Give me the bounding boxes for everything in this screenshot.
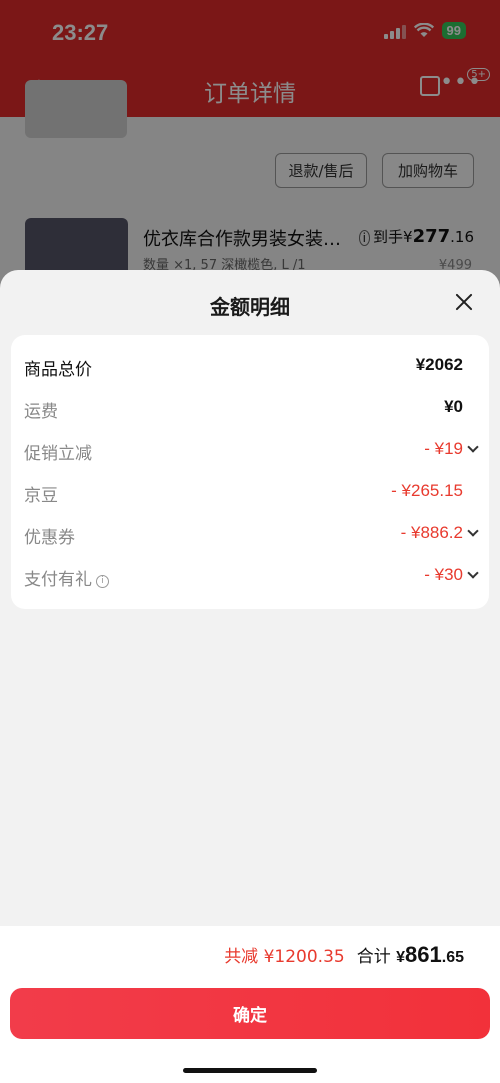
total-dec: .65 bbox=[441, 949, 464, 966]
chevron-down-icon[interactable] bbox=[467, 441, 479, 453]
row-label: 支付有礼 i bbox=[24, 565, 109, 590]
row-label: 促销立减 bbox=[24, 444, 92, 464]
total-currency: ¥ bbox=[396, 949, 406, 966]
row-value: - ¥19 bbox=[424, 439, 463, 458]
row-value: - ¥886.2 bbox=[400, 523, 463, 542]
row-value: ¥0 bbox=[444, 397, 463, 416]
row-jingdou: 京豆 - ¥265.15 bbox=[11, 471, 489, 513]
home-indicator bbox=[183, 1068, 317, 1073]
info-icon[interactable]: i bbox=[96, 575, 109, 588]
amount-detail-card: 商品总价 ¥2062 运费 ¥0 促销立减 - ¥19 京豆 - ¥265.15… bbox=[11, 335, 489, 609]
close-icon[interactable] bbox=[452, 290, 476, 314]
row-goods-total: 商品总价 ¥2062 bbox=[11, 345, 489, 387]
sheet-title: 金额明细 bbox=[210, 295, 290, 319]
chevron-down-icon[interactable] bbox=[467, 567, 479, 579]
row-payment-gift[interactable]: 支付有礼 i - ¥30 bbox=[11, 555, 489, 597]
row-promotion[interactable]: 促销立减 - ¥19 bbox=[11, 429, 489, 471]
confirm-button[interactable]: 确定 bbox=[10, 988, 490, 1039]
row-shipping: 运费 ¥0 bbox=[11, 387, 489, 429]
row-label: 京豆 bbox=[24, 486, 58, 506]
total-amount: 合计 ¥861.65 bbox=[357, 942, 464, 968]
total-reduction: 共减 ¥1200.35 bbox=[224, 947, 345, 967]
footer-bar: 共减 ¥1200.35 合计 ¥861.65 确定 bbox=[0, 926, 500, 1083]
row-coupon[interactable]: 优惠券 - ¥886.2 bbox=[11, 513, 489, 555]
row-value: - ¥30 bbox=[424, 565, 463, 584]
row-label-text: 支付有礼 bbox=[24, 570, 92, 590]
row-label: 商品总价 bbox=[24, 360, 92, 380]
row-label: 优惠券 bbox=[24, 528, 75, 548]
total-label: 合计 bbox=[356, 947, 391, 967]
row-value: ¥2062 bbox=[415, 355, 463, 374]
row-label: 运费 bbox=[24, 402, 58, 422]
total-int: 861 bbox=[405, 942, 442, 967]
chevron-down-icon[interactable] bbox=[467, 525, 479, 537]
total-line: 共减 ¥1200.35 合计 ¥861.65 bbox=[224, 942, 464, 968]
row-value: - ¥265.15 bbox=[391, 481, 463, 500]
